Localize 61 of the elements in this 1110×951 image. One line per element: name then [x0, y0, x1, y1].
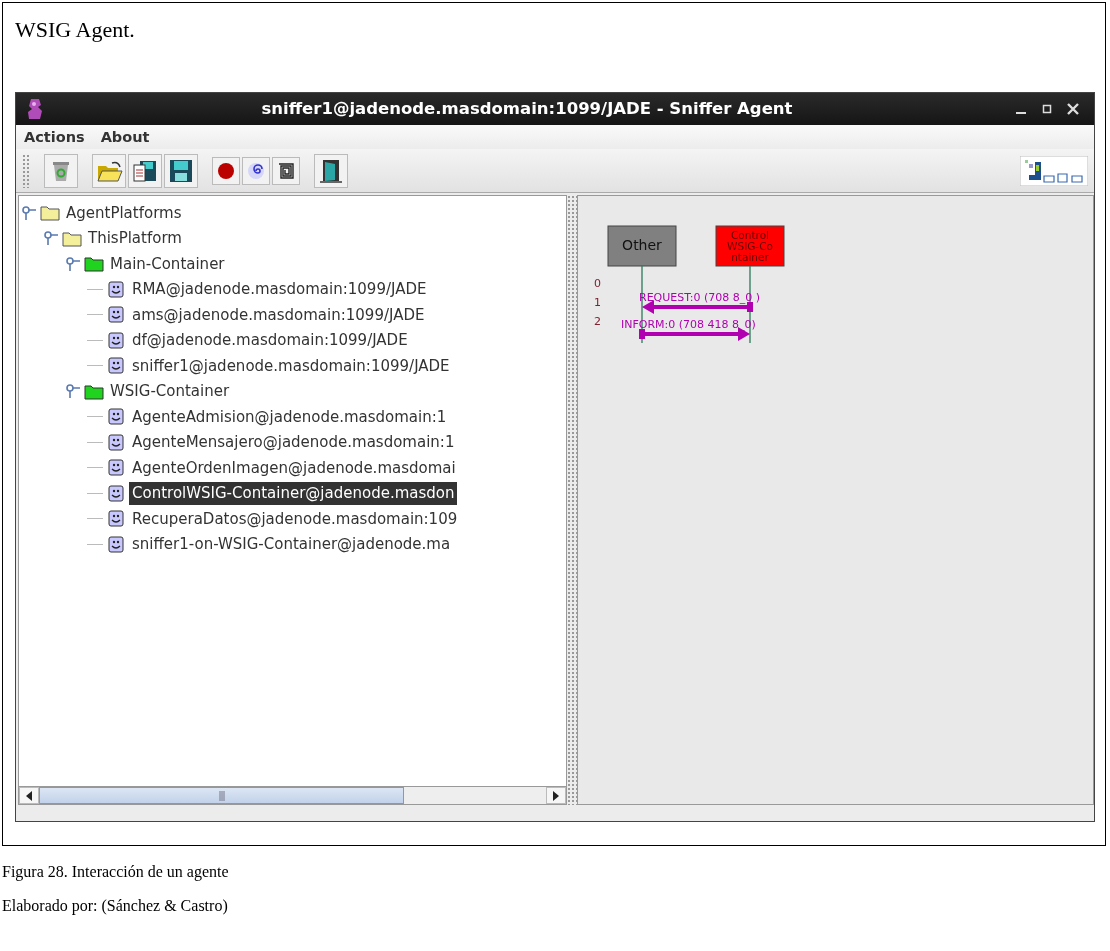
- expanded-handle-icon[interactable]: [43, 230, 59, 247]
- tree-item[interactable]: AgenteAdmision@jadenode.masdomain:1: [129, 405, 450, 428]
- agent-box[interactable]: Other: [607, 225, 677, 267]
- smiley-icon: [106, 279, 126, 299]
- scroll-left-button[interactable]: [19, 787, 39, 804]
- tree-item[interactable]: AgenteOrdenImagen@jadenode.masdomai: [129, 456, 459, 479]
- smiley-icon: [106, 305, 126, 325]
- tree-item[interactable]: AgentPlatforms: [63, 201, 185, 224]
- smiley-icon: [106, 407, 126, 427]
- smiley-icon: [106, 432, 126, 452]
- expanded-handle-icon[interactable]: [65, 255, 81, 272]
- floppy-icon[interactable]: [164, 153, 198, 188]
- expanded-handle-icon[interactable]: [21, 204, 37, 221]
- tree-item[interactable]: RMA@jadenode.masdomain:1099/JADE: [129, 278, 430, 301]
- smiley-icon: [106, 483, 126, 503]
- caption: Figura 28. Interacción de un agente: [2, 862, 230, 883]
- tree-item[interactable]: AgenteMensajero@jadenode.masdomain:1: [129, 431, 458, 454]
- window-title: sniffer1@jadenode.masdomain:1099/JADE - Sniffer Agent: [260, 97, 794, 120]
- right-arrow-icon: [552, 790, 560, 801]
- folder-icon: [84, 254, 104, 274]
- open-folder-icon[interactable]: [92, 153, 126, 188]
- tree-item[interactable]: ThisPlatform: [85, 227, 185, 250]
- door-icon[interactable]: [314, 153, 348, 188]
- menu-item[interactable]: About: [100, 127, 150, 147]
- folder-icon: [40, 203, 60, 223]
- row-number: 2: [594, 315, 601, 328]
- left-arrow-icon: [25, 790, 33, 801]
- minimize-icon: [1016, 112, 1026, 114]
- record-icon[interactable]: [212, 156, 240, 185]
- row-number: 1: [594, 296, 601, 309]
- smiley-icon: [106, 356, 126, 376]
- row-number: 0: [594, 277, 601, 290]
- message-label: REQUEST:0 (708 8_0 ): [639, 291, 761, 304]
- smiley-icon: [106, 330, 126, 350]
- maximize-icon: [1041, 103, 1053, 115]
- caption: Elaborado por: (Sánchez & Castro): [2, 896, 229, 917]
- tree-item[interactable]: WSIG-Container: [107, 380, 233, 403]
- menu-item[interactable]: Actions: [24, 127, 85, 147]
- splitter-handle[interactable]: [567, 195, 577, 805]
- scroll-right-button[interactable]: [546, 787, 566, 804]
- logo-icon: [1020, 155, 1088, 186]
- tree-item[interactable]: ControlWSIG-Container@jadenode.masdon: [129, 482, 458, 505]
- tree-item[interactable]: sniffer1-on-WSIG-Container@jadenode.ma: [129, 533, 454, 556]
- trash-icon[interactable]: [44, 153, 78, 188]
- document-floppy-icon[interactable]: [128, 153, 162, 188]
- smiley-icon: [106, 458, 126, 478]
- spiral-icon[interactable]: [242, 156, 270, 185]
- tree-item[interactable]: RecuperaDatos@jadenode.masdomain:109: [129, 507, 461, 530]
- tree-item[interactable]: Main-Container: [107, 252, 228, 275]
- smiley-icon: [106, 534, 126, 554]
- horizontal-scrollbar[interactable]: [19, 786, 566, 804]
- expanded-handle-icon[interactable]: [65, 383, 81, 400]
- square-spiral-icon[interactable]: [272, 156, 300, 185]
- tree-item[interactable]: ams@jadenode.masdomain:1099/JADE: [129, 303, 428, 326]
- smiley-icon: [106, 509, 126, 529]
- grip-icon: [217, 790, 226, 801]
- close-icon: [1066, 102, 1080, 116]
- scroll-thumb[interactable]: [39, 787, 405, 804]
- tree-item[interactable]: df@jadenode.masdomain:1099/JADE: [129, 329, 411, 352]
- tree-item[interactable]: sniffer1@jadenode.masdomain:1099/JADE: [129, 354, 453, 377]
- document-heading: WSIG Agent.: [15, 16, 136, 44]
